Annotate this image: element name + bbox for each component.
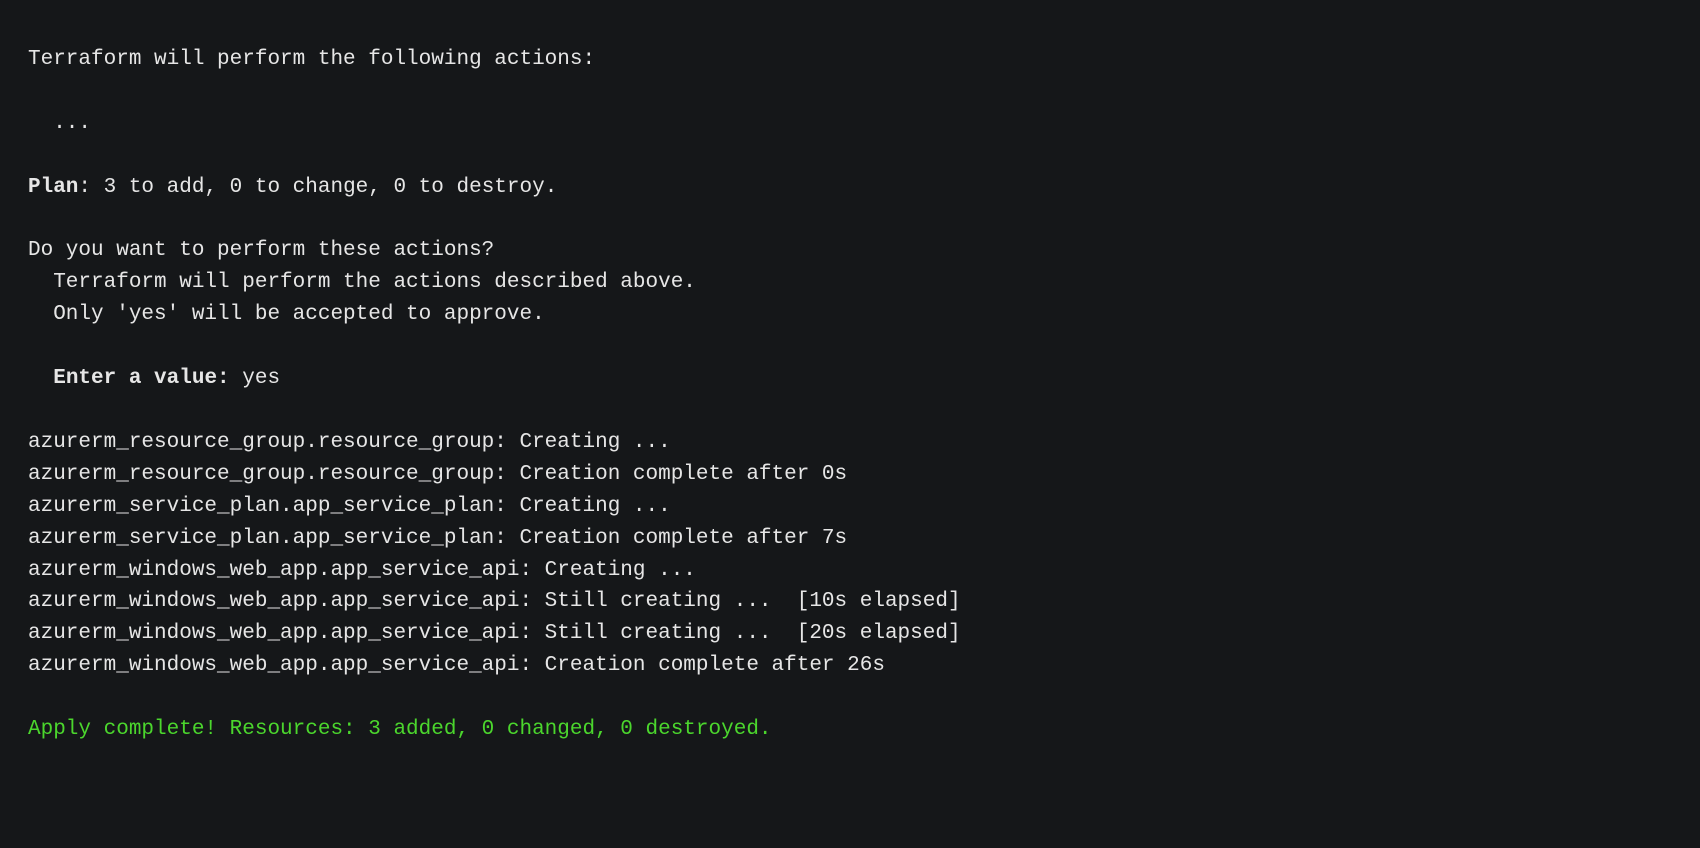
terraform-intro-line: Terraform will perform the following act… [28,48,595,71]
terminal-output: Terraform will perform the following act… [0,0,1700,790]
apply-log-line: azurerm_windows_web_app.app_service_api:… [28,622,961,645]
apply-log-line: azurerm_windows_web_app.app_service_api:… [28,559,696,582]
apply-log-line: azurerm_service_plan.app_service_plan: C… [28,495,671,518]
apply-complete-line: Apply complete! Resources: 3 added, 0 ch… [28,718,772,741]
enter-value-label: Enter a value: [53,367,229,390]
confirm-line-1: Terraform will perform the actions descr… [28,271,696,294]
apply-log-line: azurerm_windows_web_app.app_service_api:… [28,590,961,613]
apply-log-line: azurerm_windows_web_app.app_service_api:… [28,654,885,677]
confirm-question: Do you want to perform these actions? [28,239,494,262]
enter-value-input[interactable]: yes [230,367,280,390]
apply-log-line: azurerm_resource_group.resource_group: C… [28,431,671,454]
enter-value-indent [28,367,53,390]
apply-log-line: azurerm_resource_group.resource_group: C… [28,463,847,486]
apply-log-line: azurerm_service_plan.app_service_plan: C… [28,527,847,550]
plan-summary: : 3 to add, 0 to change, 0 to destroy. [78,176,557,199]
confirm-line-2: Only 'yes' will be accepted to approve. [28,303,545,326]
plan-ellipsis: ... [28,112,91,135]
plan-label: Plan [28,176,78,199]
